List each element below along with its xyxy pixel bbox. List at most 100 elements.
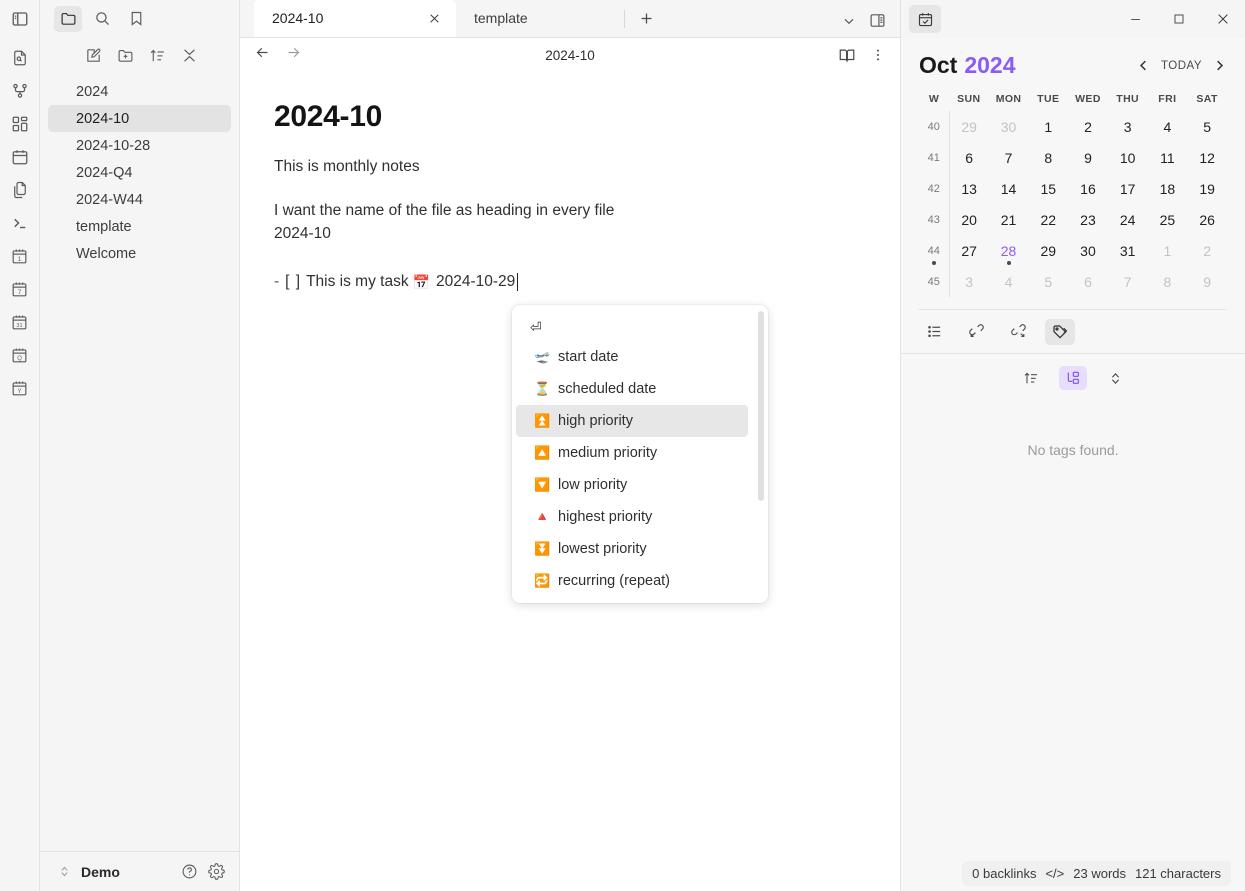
files-tab-icon[interactable]: [54, 5, 82, 32]
file-item-2024-q4[interactable]: 2024-Q4: [48, 159, 231, 186]
forward-button[interactable]: [285, 44, 302, 66]
day-cell[interactable]: 9: [1068, 142, 1108, 173]
more-vertical-icon[interactable]: [870, 47, 886, 63]
back-button[interactable]: [254, 44, 271, 66]
suggestion-recurring[interactable]: 🔁 recurring (repeat): [516, 565, 748, 595]
task-item[interactable]: - [ ] This is my task 📅 2024-10-29: [274, 273, 866, 292]
day-cell[interactable]: 14: [989, 173, 1029, 204]
day-cell[interactable]: 29: [949, 111, 989, 142]
weekly-note-icon[interactable]: 7: [6, 275, 34, 303]
day-cell[interactable]: 5: [1028, 266, 1068, 297]
outline-icon[interactable]: [919, 319, 949, 345]
day-cell[interactable]: 16: [1068, 173, 1108, 204]
scrollbar-thumb[interactable]: [758, 311, 764, 501]
suggestion-medium-priority[interactable]: 🔼 medium priority: [516, 437, 748, 469]
day-cell[interactable]: 23: [1068, 204, 1108, 235]
day-cell[interactable]: 2: [1187, 235, 1227, 266]
day-cell[interactable]: 12: [1187, 142, 1227, 173]
calendar-icon[interactable]: [6, 143, 34, 171]
file-item-2024-w44[interactable]: 2024-W44: [48, 186, 231, 213]
suggestion-low-priority[interactable]: 🔽 low priority: [516, 469, 748, 501]
settings-gear-icon[interactable]: [208, 863, 225, 880]
backlinks-count[interactable]: 0 backlinks: [972, 866, 1036, 881]
day-cell[interactable]: 30: [989, 111, 1029, 142]
code-block-icon[interactable]: </>: [1045, 866, 1064, 881]
day-cell[interactable]: 15: [1028, 173, 1068, 204]
week-number[interactable]: 44: [919, 235, 950, 266]
help-icon[interactable]: [181, 863, 198, 880]
daily-note-icon[interactable]: 1: [6, 242, 34, 270]
word-count[interactable]: 23 words: [1073, 866, 1126, 881]
expand-collapse-icon[interactable]: [1101, 366, 1129, 390]
day-cell[interactable]: 11: [1148, 142, 1188, 173]
suggestion-high-priority[interactable]: ⏫ high priority: [516, 405, 748, 437]
maximize-button[interactable]: [1157, 0, 1201, 38]
file-item-2024[interactable]: 2024: [48, 78, 231, 105]
day-cell[interactable]: 13: [949, 173, 989, 204]
day-cell[interactable]: 27: [949, 235, 989, 266]
sort-tags-icon[interactable]: [1017, 366, 1045, 390]
week-number[interactable]: 41: [919, 142, 950, 173]
book-open-icon[interactable]: [838, 46, 856, 64]
day-cell[interactable]: 4: [1148, 111, 1188, 142]
next-month-icon[interactable]: [1212, 58, 1227, 73]
day-cell[interactable]: 6: [1068, 266, 1108, 297]
outgoing-links-icon[interactable]: [1003, 319, 1033, 345]
day-cell[interactable]: 7: [989, 142, 1029, 173]
day-cell[interactable]: 8: [1148, 266, 1188, 297]
graph-view-icon[interactable]: [6, 77, 34, 105]
new-folder-icon[interactable]: [116, 46, 134, 64]
right-sidebar-toggle-icon[interactable]: [869, 12, 886, 29]
week-number[interactable]: 42: [919, 173, 950, 204]
collapse-all-icon[interactable]: [180, 46, 198, 64]
day-cell[interactable]: 10: [1108, 142, 1148, 173]
sidebar-toggle-button[interactable]: [0, 0, 39, 38]
day-cell[interactable]: 1: [1148, 235, 1188, 266]
day-cell[interactable]: 1: [1028, 111, 1068, 142]
templater-icon[interactable]: [6, 407, 34, 435]
suggestion-scrollbar[interactable]: [758, 311, 764, 597]
week-number[interactable]: 40: [919, 111, 950, 142]
day-cell-today[interactable]: 28: [989, 235, 1029, 266]
day-cell[interactable]: 31: [1108, 235, 1148, 266]
new-note-icon[interactable]: [84, 46, 102, 64]
nested-tags-icon[interactable]: [1059, 366, 1087, 390]
quick-switcher-icon[interactable]: [6, 44, 34, 72]
copy-files-icon[interactable]: [6, 176, 34, 204]
close-icon[interactable]: [424, 8, 444, 28]
suggestion-start-date[interactable]: 🛫 start date: [516, 341, 748, 373]
backlinks-icon[interactable]: [961, 319, 991, 345]
day-cell[interactable]: 2: [1068, 111, 1108, 142]
suggestion-lowest-priority[interactable]: ⏬ lowest priority: [516, 533, 748, 565]
day-cell[interactable]: 22: [1028, 204, 1068, 235]
sort-order-icon[interactable]: [148, 46, 166, 64]
bookmarks-icon[interactable]: [122, 6, 150, 32]
suggestion-scheduled-date[interactable]: ⏳ scheduled date: [516, 373, 748, 405]
task-checkbox[interactable]: [ ]: [285, 273, 301, 291]
monthly-note-icon[interactable]: 31: [6, 308, 34, 336]
file-item-2024-10-28[interactable]: 2024-10-28: [48, 132, 231, 159]
prev-month-icon[interactable]: [1136, 58, 1151, 73]
day-cell[interactable]: 21: [989, 204, 1029, 235]
day-cell[interactable]: 20: [949, 204, 989, 235]
day-cell[interactable]: 5: [1187, 111, 1227, 142]
terminal-icon[interactable]: [6, 209, 34, 237]
day-cell[interactable]: 19: [1187, 173, 1227, 204]
calendar-month[interactable]: Oct: [919, 52, 957, 79]
autocomplete-popup[interactable]: ⏎ 🛫 start date ⏳ scheduled date ⏫ high p…: [512, 305, 768, 603]
vault-name[interactable]: Demo: [81, 864, 120, 880]
week-number[interactable]: 43: [919, 204, 950, 235]
file-item-template[interactable]: template: [48, 213, 231, 240]
quarterly-note-icon[interactable]: Q: [6, 341, 34, 369]
calendar-year[interactable]: 2024: [964, 52, 1015, 79]
minimize-button[interactable]: [1113, 0, 1157, 38]
day-cell[interactable]: 6: [949, 142, 989, 173]
close-button[interactable]: [1201, 0, 1245, 38]
calendar-check-icon[interactable]: [909, 5, 941, 33]
today-button[interactable]: TODAY: [1161, 60, 1202, 72]
file-item-2024-10[interactable]: 2024-10: [48, 105, 231, 132]
canvas-icon[interactable]: [6, 110, 34, 138]
chevron-down-icon[interactable]: [841, 13, 857, 29]
day-cell[interactable]: 3: [949, 266, 989, 297]
vault-switcher-icon[interactable]: [58, 865, 71, 878]
